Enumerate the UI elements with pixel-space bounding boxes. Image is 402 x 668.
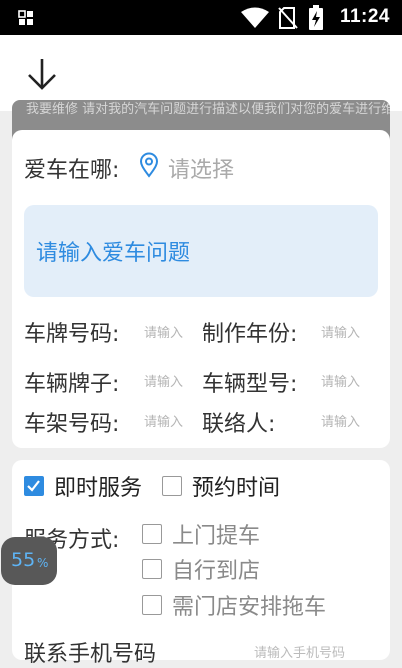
badge-value: 55 <box>11 549 36 571</box>
vin-label: 车架号码: <box>24 412 120 437</box>
plate-number-input[interactable]: 请输入 <box>144 322 183 341</box>
phone-label: 联系手机号码 <box>24 642 157 667</box>
plate-number-label: 车牌号码: <box>24 322 120 347</box>
pickup-label[interactable]: 上门提车 <box>172 518 260 550</box>
arrow-down-back-icon[interactable] <box>26 57 58 91</box>
car-model-input[interactable]: 请输入 <box>321 371 360 390</box>
badge-unit: % <box>37 556 49 570</box>
phone-input[interactable]: 请输入手机号码 <box>254 642 345 661</box>
pickup-checkbox[interactable] <box>142 524 162 544</box>
year-label: 制作年份: <box>202 322 298 347</box>
self-visit-label[interactable]: 自行到店 <box>172 553 260 585</box>
problem-placeholder: 请输入爱车问题 <box>36 241 191 266</box>
instant-service-checkbox[interactable] <box>24 476 44 496</box>
self-visit-checkbox[interactable] <box>142 559 162 579</box>
vin-input[interactable]: 请输入 <box>144 411 183 430</box>
problem-input[interactable]: 请输入爱车问题 <box>24 205 378 297</box>
wifi-icon <box>241 7 269 28</box>
instant-service-label[interactable]: 即时服务 <box>54 470 142 502</box>
no-sim-icon <box>278 7 298 29</box>
contact-person-label: 联络人: <box>202 412 276 437</box>
location-pin-icon[interactable] <box>138 152 160 178</box>
check-icon <box>27 480 40 492</box>
notification-grid-icon <box>18 10 33 25</box>
battery-charging-icon <box>309 5 323 30</box>
car-brand-input[interactable]: 请输入 <box>144 371 183 390</box>
appointment-label[interactable]: 预约时间 <box>192 470 280 502</box>
location-select[interactable]: 请选择 <box>168 152 234 184</box>
banner-text: 我要维修 请对我的汽车问题进行描述以便我们对您的爱车进行维修 <box>26 102 390 117</box>
status-time: 11:24 <box>339 6 390 27</box>
status-bar: 11:24 <box>0 0 402 35</box>
service-card: 即时服务 预约时间 服务方式: 上门提车 自行到店 需门店安排拖车 <box>12 460 390 660</box>
appointment-checkbox[interactable] <box>162 476 182 496</box>
car-model-label: 车辆型号: <box>202 372 298 397</box>
contact-person-input[interactable]: 请输入 <box>321 411 360 430</box>
car-brand-label: 车辆牌子: <box>24 372 120 397</box>
floating-progress-badge[interactable]: 55 % <box>1 537 57 585</box>
year-input[interactable]: 请输入 <box>321 322 360 341</box>
tow-label[interactable]: 需门店安排拖车 <box>172 589 326 621</box>
location-label: 爱车在哪: <box>24 158 120 183</box>
tow-checkbox[interactable] <box>142 595 162 615</box>
car-info-card: 爱车在哪: 请选择 请输入爱车问题 车牌号码: 请输入 制作年份: 请输入 车辆… <box>12 130 390 448</box>
